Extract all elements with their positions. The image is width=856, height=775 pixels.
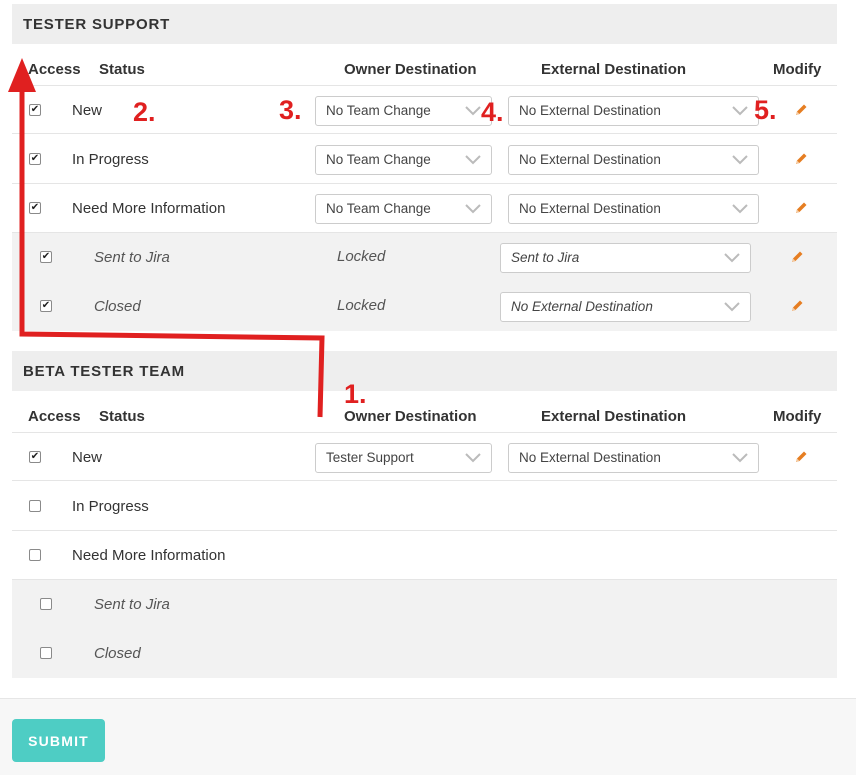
annotation-2: 2. xyxy=(133,97,156,127)
annotation-3: 3. xyxy=(279,95,302,125)
chevron-down-icon xyxy=(732,106,748,116)
pencil-icon[interactable] xyxy=(794,201,808,215)
col-owner-destination: Owner Destination xyxy=(344,61,477,78)
form-footer xyxy=(0,698,856,775)
section-beta-tester-team: BETA TESTER TEAM Access Status Owner Des… xyxy=(12,351,837,679)
select-value: No Team Change xyxy=(326,103,431,118)
col-access: Access xyxy=(28,408,81,425)
col-modify: Modify xyxy=(773,61,822,78)
chevron-down-icon xyxy=(465,453,481,463)
chevron-down-icon xyxy=(724,302,740,312)
annotation-4: 4. xyxy=(481,97,504,127)
status-label: Need More Information xyxy=(72,547,226,564)
external-destination-select[interactable]: No External Destination xyxy=(508,96,759,126)
access-checkbox[interactable] xyxy=(40,251,52,263)
chevron-down-icon xyxy=(732,155,748,165)
section-title-text: BETA TESTER TEAM xyxy=(23,362,185,380)
chevron-down-icon xyxy=(465,204,481,214)
status-label: In Progress xyxy=(72,151,149,168)
chevron-down-icon xyxy=(724,253,740,263)
status-label: In Progress xyxy=(72,498,149,515)
table-row: Sent to Jira xyxy=(12,580,837,629)
owner-destination-select[interactable]: No Team Change xyxy=(315,96,492,126)
status-label: Closed xyxy=(94,298,141,315)
external-destination-select[interactable]: No External Destination xyxy=(508,443,759,473)
access-checkbox[interactable] xyxy=(40,300,52,312)
access-checkbox[interactable] xyxy=(29,202,41,214)
select-value: No External Destination xyxy=(519,152,661,167)
external-destination-select[interactable]: No External Destination xyxy=(508,194,759,224)
access-checkbox[interactable] xyxy=(29,451,41,463)
col-status: Status xyxy=(99,408,145,425)
pencil-icon[interactable] xyxy=(790,299,804,313)
table-row: Sent to Jira Locked Sent to Jira xyxy=(12,233,837,282)
col-modify: Modify xyxy=(773,408,822,425)
section-title: TESTER SUPPORT xyxy=(12,4,837,44)
status-label: New xyxy=(72,102,103,119)
status-label: Sent to Jira xyxy=(94,249,170,266)
submit-button[interactable]: SUBMIT xyxy=(12,719,105,762)
select-value: No External Destination xyxy=(519,450,661,465)
status-label: Sent to Jira xyxy=(94,596,170,613)
table-row: In Progress xyxy=(12,482,837,531)
select-value: Tester Support xyxy=(326,450,414,465)
annotation-1: 1. xyxy=(344,379,367,409)
table-row: Need More Information No Team Change No … xyxy=(12,184,837,233)
access-checkbox[interactable] xyxy=(29,104,41,116)
table-row: Closed xyxy=(12,629,837,678)
locked-label: Locked xyxy=(337,248,386,265)
col-owner-destination: Owner Destination xyxy=(344,408,477,425)
select-value: Sent to Jira xyxy=(511,250,580,265)
access-checkbox[interactable] xyxy=(29,500,41,512)
pencil-icon[interactable] xyxy=(790,250,804,264)
access-checkbox[interactable] xyxy=(29,153,41,165)
pencil-icon[interactable] xyxy=(794,450,808,464)
select-value: No External Destination xyxy=(511,299,653,314)
table-row: Need More Information xyxy=(12,531,837,580)
chevron-down-icon xyxy=(732,453,748,463)
select-value: No Team Change xyxy=(326,201,431,216)
owner-destination-select[interactable]: Tester Support xyxy=(315,443,492,473)
access-checkbox[interactable] xyxy=(40,647,52,659)
status-label: New xyxy=(72,449,103,466)
locked-label: Locked xyxy=(337,297,386,314)
section-tester-support: TESTER SUPPORT Access Status Owner Desti… xyxy=(12,4,837,332)
col-external-destination: External Destination xyxy=(541,61,687,78)
access-checkbox[interactable] xyxy=(29,549,41,561)
chevron-down-icon xyxy=(465,155,481,165)
section-title-text: TESTER SUPPORT xyxy=(23,15,171,33)
col-external-destination: External Destination xyxy=(541,408,687,425)
status-label: Closed xyxy=(94,645,141,662)
pencil-icon[interactable] xyxy=(794,152,808,166)
external-destination-select[interactable]: Sent to Jira xyxy=(500,243,751,273)
access-checkbox[interactable] xyxy=(40,598,52,610)
external-destination-select[interactable]: No External Destination xyxy=(508,145,759,175)
select-value: No External Destination xyxy=(519,103,661,118)
select-value: No Team Change xyxy=(326,152,431,167)
col-status: Status xyxy=(99,61,145,78)
table-row: In Progress No Team Change No External D… xyxy=(12,135,837,184)
table-row: Closed Locked No External Destination xyxy=(12,282,837,331)
owner-destination-select[interactable]: No Team Change xyxy=(315,145,492,175)
owner-destination-select[interactable]: No Team Change xyxy=(315,194,492,224)
section-title: BETA TESTER TEAM xyxy=(12,351,837,391)
pencil-icon[interactable] xyxy=(794,103,808,117)
external-destination-select[interactable]: No External Destination xyxy=(500,292,751,322)
annotation-5: 5. xyxy=(754,95,777,125)
chevron-down-icon xyxy=(732,204,748,214)
select-value: No External Destination xyxy=(519,201,661,216)
col-access: Access xyxy=(28,61,81,78)
status-label: Need More Information xyxy=(72,200,226,217)
chevron-down-icon xyxy=(465,106,481,116)
table-row: New Tester Support No External Destinati… xyxy=(12,432,837,481)
